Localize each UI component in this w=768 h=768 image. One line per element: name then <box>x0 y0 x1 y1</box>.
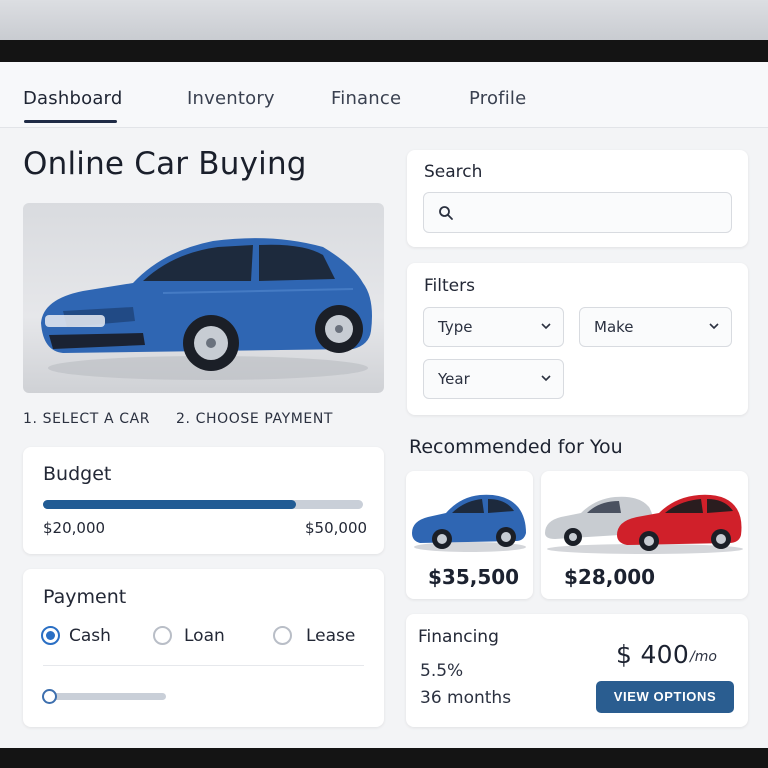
payment-cash-radio[interactable] <box>41 626 60 645</box>
blue-sedan-illustration <box>41 238 372 380</box>
step-select-car[interactable]: 1. SELECT A CAR <box>23 411 150 427</box>
device-bezel-bottom <box>0 748 768 768</box>
tab-inventory[interactable]: Inventory <box>187 88 275 109</box>
budget-min-value: $20,000 <box>43 519 106 537</box>
budget-range-slider[interactable] <box>43 500 363 509</box>
filter-year-select[interactable]: Year <box>423 359 564 399</box>
financing-rate: 5.5% <box>420 661 464 681</box>
filters-label: Filters <box>424 276 475 296</box>
device-bezel-bar <box>0 40 768 62</box>
budget-range-fill <box>43 500 296 509</box>
recommended-car-price-2: $28,000 <box>564 565 656 589</box>
payment-loan-label[interactable]: Loan <box>184 626 225 646</box>
filter-type-select[interactable]: Type <box>423 307 564 347</box>
app-screen: Dashboard Inventory Finance Profile Onli… <box>0 62 768 748</box>
top-navigation: Dashboard Inventory Finance Profile <box>0 62 768 128</box>
filter-type-label: Type <box>438 318 473 336</box>
payment-loan-radio[interactable] <box>153 626 172 645</box>
payment-slider-handle[interactable] <box>42 689 57 704</box>
financing-monthly-amount: $ 400 <box>616 640 690 669</box>
page-title: Online Car Buying <box>23 146 307 182</box>
filter-year-label: Year <box>438 370 470 388</box>
payment-divider <box>43 665 364 666</box>
search-label: Search <box>424 162 483 182</box>
chevron-down-icon <box>541 375 551 382</box>
budget-label: Budget <box>43 463 112 485</box>
financing-label: Financing <box>418 627 499 647</box>
payment-slider-track[interactable] <box>45 693 166 700</box>
tab-profile[interactable]: Profile <box>469 88 526 109</box>
tab-finance[interactable]: Finance <box>331 88 401 109</box>
view-options-button[interactable]: VIEW OPTIONS <box>596 681 734 713</box>
filter-make-label: Make <box>594 318 634 336</box>
recommended-title: Recommended for You <box>409 436 623 458</box>
budget-max-value: $50,000 <box>305 519 368 537</box>
chevron-down-icon <box>541 323 551 330</box>
device-bezel-top <box>0 0 768 40</box>
recommended-car-card-2[interactable]: $28,000 <box>541 471 748 599</box>
recommended-car-price-1: $35,500 <box>428 565 520 589</box>
recommended-car-card-1[interactable]: $35,500 <box>406 471 533 599</box>
search-icon <box>439 206 453 220</box>
filter-make-select[interactable]: Make <box>579 307 732 347</box>
featured-car-image[interactable] <box>23 203 384 393</box>
active-tab-indicator <box>24 120 117 123</box>
payment-cash-label[interactable]: Cash <box>69 626 111 646</box>
payment-label: Payment <box>43 586 127 608</box>
search-input[interactable] <box>423 192 732 233</box>
step-choose-payment[interactable]: 2. CHOOSE PAYMENT <box>176 411 333 427</box>
blue-hatchback-illustration <box>412 494 526 552</box>
payment-lease-radio[interactable] <box>273 626 292 645</box>
payment-lease-label[interactable]: Lease <box>306 626 355 646</box>
chevron-down-icon <box>709 323 719 330</box>
financing-term: 36 months <box>420 688 512 708</box>
silver-and-red-sedans-illustration <box>545 494 743 554</box>
financing-monthly-unit: /mo <box>690 649 717 665</box>
tab-dashboard[interactable]: Dashboard <box>23 88 122 109</box>
